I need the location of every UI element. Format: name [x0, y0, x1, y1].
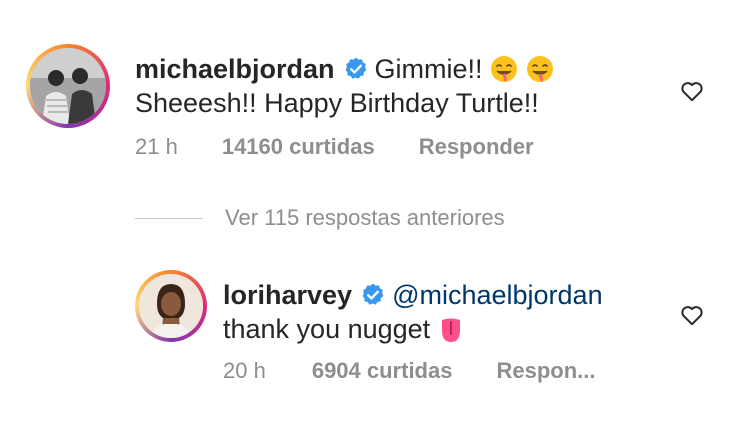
username[interactable]: michaelbjordan	[135, 54, 335, 84]
comment-message-line2: Sheeesh!! Happy Birthday Turtle!!	[135, 88, 539, 118]
heart-outline-icon[interactable]	[679, 78, 705, 104]
view-replies-label[interactable]: Ver 115 respostas anteriores	[225, 205, 505, 231]
comment-michaelbjordan: michaelbjordan Gimmie!! Sheeesh!! Happy B…	[0, 40, 750, 180]
avatar[interactable]	[26, 44, 110, 128]
reply-button[interactable]: Respon...	[496, 358, 595, 384]
drooling-face-emoji-icon	[489, 54, 519, 84]
tongue-emoji-icon	[436, 314, 466, 344]
verified-badge-icon	[360, 282, 386, 308]
likes-count[interactable]: 14160 curtidas	[222, 134, 375, 160]
drooling-face-emoji-icon	[525, 54, 555, 84]
view-previous-replies[interactable]: Ver 115 respostas anteriores	[135, 203, 505, 233]
mention-link[interactable]: @michaelbjordan	[392, 280, 603, 310]
comment-meta: 20 h 6904 curtidas Respon...	[223, 358, 595, 384]
comment-text: loriharvey @michaelbjordan thank you nugg…	[223, 278, 603, 346]
avatar-image	[30, 48, 106, 124]
comment-message: Gimmie!!	[374, 54, 483, 84]
timestamp: 20 h	[223, 358, 266, 383]
heart-outline-icon[interactable]	[679, 302, 705, 328]
reply-button[interactable]: Responder	[419, 134, 534, 160]
verified-badge-icon	[343, 56, 369, 82]
username[interactable]: loriharvey	[223, 280, 352, 310]
avatar-image	[139, 274, 203, 338]
avatar[interactable]	[135, 270, 207, 342]
comment-text: michaelbjordan Gimmie!! Sheeesh!! Happy B…	[135, 52, 555, 120]
comment-message: thank you nugget	[223, 314, 431, 344]
comment-meta: 21 h 14160 curtidas Responder	[135, 134, 534, 160]
comment-loriharvey: loriharvey @michaelbjordan thank you nugg…	[0, 262, 750, 402]
divider-line	[135, 217, 203, 219]
timestamp: 21 h	[135, 134, 178, 159]
likes-count[interactable]: 6904 curtidas	[312, 358, 453, 384]
